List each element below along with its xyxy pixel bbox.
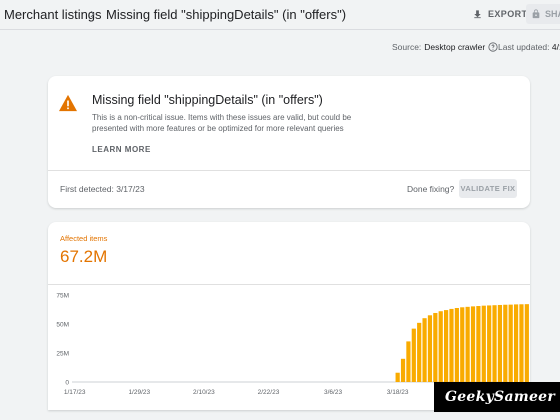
bar[interactable]	[460, 307, 465, 382]
first-detected: First detected: 3/17/23	[60, 184, 145, 194]
x-tick-label: 2/22/23	[258, 389, 280, 396]
bar[interactable]	[519, 304, 524, 382]
y-tick-label: 75M	[56, 293, 69, 300]
source-value: Desktop crawler	[424, 42, 486, 52]
done-fixing-label: Done fixing?	[407, 184, 455, 194]
divider	[48, 170, 530, 171]
issue-title: Missing field "shippingDetails" (in "off…	[92, 93, 323, 107]
share-label: SHA	[545, 9, 560, 19]
x-tick-label: 1/29/23	[128, 389, 150, 396]
help-circle-icon[interactable]	[488, 42, 498, 52]
lock-icon	[532, 9, 540, 19]
updated-label: Last updated:	[498, 42, 550, 52]
issue-description: This is a non-critical issue. Items with…	[92, 113, 352, 133]
breadcrumb-merchant-listings[interactable]: Merchant listings	[4, 7, 102, 22]
bar[interactable]	[465, 306, 470, 382]
updated-value: 4/1	[551, 42, 560, 52]
y-tick-label: 0	[65, 380, 69, 387]
bar[interactable]	[487, 305, 492, 382]
issue-card: Missing field "shippingDetails" (in "off…	[48, 76, 530, 208]
bar[interactable]	[411, 328, 416, 382]
top-bar: Merchant listings › Missing field "shipp…	[0, 0, 560, 30]
share-button[interactable]: SHA	[526, 4, 560, 24]
source-info: Source: Desktop crawler	[392, 42, 498, 52]
bar[interactable]	[395, 372, 400, 382]
source-label: Source:	[392, 42, 422, 52]
bar[interactable]	[454, 307, 459, 382]
bar[interactable]	[406, 341, 411, 382]
bar[interactable]	[427, 315, 433, 382]
y-tick-label: 25M	[56, 351, 69, 358]
bar[interactable]	[433, 312, 438, 382]
bar[interactable]	[400, 358, 406, 382]
bar[interactable]	[443, 310, 449, 382]
bar[interactable]	[476, 306, 481, 382]
bar[interactable]	[508, 304, 513, 382]
x-tick-label: 1/17/23	[64, 389, 86, 396]
breadcrumb-separator: ›	[90, 5, 95, 22]
bar[interactable]	[449, 308, 454, 382]
validate-fix-button[interactable]: VALIDATE FIX	[459, 179, 517, 198]
bar[interactable]	[417, 322, 422, 382]
x-tick-label: 3/18/23	[387, 389, 409, 396]
bar[interactable]	[470, 306, 476, 382]
bar[interactable]	[438, 311, 443, 382]
page-title: Missing field "shippingDetails" (in "off…	[106, 7, 347, 22]
last-updated: Last updated: 4/1	[498, 42, 560, 52]
download-icon	[474, 9, 481, 18]
bar[interactable]	[422, 318, 427, 382]
bar[interactable]	[513, 304, 519, 382]
bar[interactable]	[492, 305, 497, 382]
x-tick-label: 2/10/23	[193, 389, 215, 396]
bar[interactable]	[503, 304, 508, 382]
bar[interactable]	[497, 304, 503, 382]
bar[interactable]	[524, 304, 529, 382]
warning-triangle-icon	[59, 94, 77, 112]
y-tick-label: 50M	[56, 322, 69, 329]
export-button[interactable]: EXPORT	[472, 5, 527, 23]
learn-more-link[interactable]: LEARN MORE	[92, 145, 151, 154]
x-tick-label: 3/6/23	[324, 389, 342, 396]
bar[interactable]	[481, 305, 486, 382]
watermark: GeekySameer	[434, 382, 560, 412]
export-label: EXPORT	[488, 9, 528, 19]
